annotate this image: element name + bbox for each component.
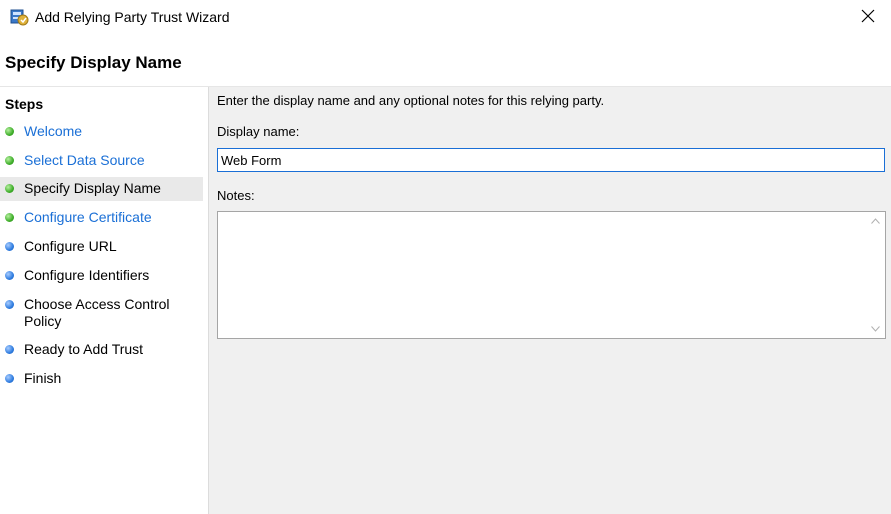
completed-status-icon: [5, 127, 14, 136]
notes-label: Notes:: [217, 188, 255, 203]
step-label[interactable]: Select Data Source: [24, 152, 145, 169]
chevron-up-icon: [871, 218, 880, 224]
completed-status-icon: [5, 213, 14, 222]
step-label[interactable]: Welcome: [24, 123, 82, 140]
scroll-up-button[interactable]: [866, 212, 885, 230]
step-ready-to-add-trust: Ready to Add Trust: [0, 338, 203, 362]
step-label[interactable]: Configure Certificate: [24, 209, 152, 226]
pending-status-icon: [5, 271, 14, 280]
page-title: Specify Display Name: [5, 53, 182, 72]
notes-field[interactable]: [217, 211, 886, 339]
steps-panel: Steps Welcome Select Data Source Specify…: [0, 87, 209, 514]
step-label: Ready to Add Trust: [24, 341, 144, 357]
step-configure-url: Configure URL: [0, 235, 203, 259]
pending-status-icon: [5, 242, 14, 251]
steps-title: Steps: [5, 96, 44, 112]
step-label: Specify Display Name: [24, 180, 161, 196]
completed-status-icon: [5, 156, 14, 165]
step-welcome[interactable]: Welcome: [0, 120, 203, 144]
current-status-icon: [5, 184, 14, 193]
step-select-data-source[interactable]: Select Data Source: [0, 149, 203, 173]
step-choose-access-control-policy: Choose Access Control Policy: [0, 293, 203, 333]
display-name-label: Display name:: [217, 124, 300, 139]
scroll-down-button[interactable]: [866, 320, 885, 338]
pending-status-icon: [5, 345, 14, 354]
close-icon: [861, 9, 875, 23]
step-configure-identifiers: Configure Identifiers: [0, 264, 203, 288]
step-configure-certificate[interactable]: Configure Certificate: [0, 206, 203, 230]
main-content: Enter the display name and any optional …: [209, 87, 891, 514]
instruction-text: Enter the display name and any optional …: [217, 93, 605, 108]
step-label: Choose Access Control Policy: [24, 296, 170, 329]
window-title: Add Relying Party Trust Wizard: [35, 9, 230, 25]
pending-status-icon: [5, 374, 14, 383]
title-bar: Add Relying Party Trust Wizard: [0, 0, 891, 34]
step-label: Configure URL: [24, 238, 117, 254]
step-finish: Finish: [0, 367, 203, 391]
display-name-input[interactable]: [217, 148, 885, 172]
step-specify-display-name: Specify Display Name: [0, 177, 203, 201]
chevron-down-icon: [871, 326, 880, 332]
notes-textarea[interactable]: [218, 212, 866, 338]
adfs-wizard-icon: [9, 7, 29, 27]
notes-scrollbar[interactable]: [866, 212, 885, 338]
step-label: Configure Identifiers: [24, 267, 150, 283]
step-label: Finish: [24, 370, 62, 386]
close-button[interactable]: [845, 0, 891, 33]
pending-status-icon: [5, 300, 14, 309]
wizard-header: Specify Display Name: [0, 34, 891, 87]
